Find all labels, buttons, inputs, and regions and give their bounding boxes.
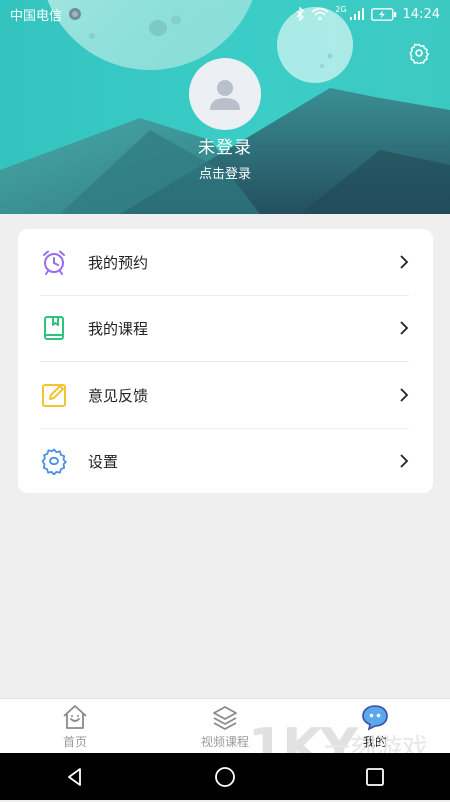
- carrier-name: 中国电信: [10, 8, 63, 24]
- menu-item-settings[interactable]: 设置: [40, 428, 409, 494]
- tab-label: 首页: [62, 735, 87, 749]
- home-icon: [63, 705, 87, 729]
- menu-item-label: 意见反馈: [88, 386, 149, 405]
- system-navigation-bar: [0, 753, 450, 800]
- tab-home[interactable]: 首页: [0, 699, 150, 754]
- alarm-clock-icon: [40, 248, 68, 276]
- tab-video-courses[interactable]: 视频课程: [150, 699, 300, 754]
- menu-card: 我的预约 我的课程 意见反馈 设置: [18, 229, 433, 493]
- login-link[interactable]: 点击登录: [0, 163, 450, 182]
- user-icon: [210, 80, 240, 110]
- clock: 14:24: [402, 6, 440, 22]
- home-button-icon[interactable]: [214, 766, 236, 788]
- chevron-right-icon: [400, 321, 409, 335]
- avatar[interactable]: [189, 58, 261, 130]
- notification-icon: [69, 8, 82, 20]
- tab-mine[interactable]: 我的: [300, 699, 450, 754]
- chat-bubble-icon: [362, 705, 388, 731]
- signal-icon: [349, 8, 364, 20]
- menu-item-label: 我的预约: [88, 253, 149, 272]
- book-icon: [40, 314, 68, 342]
- status-bar: 中国电信 2G 14:24: [0, 0, 450, 28]
- menu-item-label: 我的课程: [88, 319, 149, 338]
- chevron-right-icon: [400, 454, 409, 468]
- wifi-icon: [311, 7, 329, 21]
- battery-icon: [370, 7, 397, 21]
- login-status-title: 未登录: [198, 138, 252, 158]
- bluetooth-icon: [296, 7, 305, 21]
- chevron-right-icon: [400, 388, 409, 402]
- chevron-right-icon: [400, 255, 409, 269]
- back-icon[interactable]: [64, 766, 86, 788]
- header-settings-icon[interactable]: [408, 42, 430, 64]
- recent-apps-icon[interactable]: [364, 766, 386, 788]
- menu-item-courses[interactable]: 我的课程: [40, 295, 409, 362]
- layers-icon: [213, 706, 237, 730]
- bottom-tab-bar: 首页 视频课程 我的: [0, 698, 450, 754]
- tab-label: 视频课程: [200, 735, 249, 749]
- settings-gear-icon: [40, 447, 68, 475]
- network-type: 2G: [335, 4, 347, 14]
- tab-label: 我的: [362, 735, 387, 749]
- menu-item-label: 设置: [88, 452, 119, 471]
- edit-note-icon: [40, 381, 68, 409]
- profile-header: 未登录 点击登录: [0, 0, 450, 214]
- menu-item-feedback[interactable]: 意见反馈: [40, 362, 409, 429]
- menu-item-appointments[interactable]: 我的预约: [40, 229, 409, 296]
